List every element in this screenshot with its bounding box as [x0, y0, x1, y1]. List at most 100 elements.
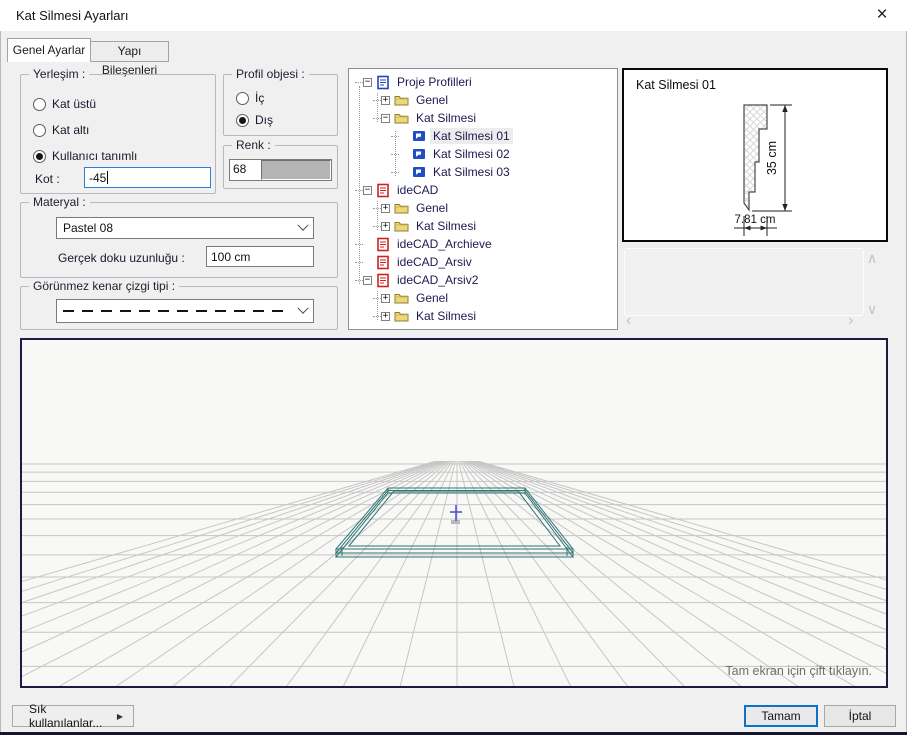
radio-yerlesim-2[interactable]: Kat altı	[33, 123, 89, 137]
materyal-dropdown[interactable]: Pastel 08	[56, 217, 314, 239]
tree-item-label: Genel	[413, 200, 451, 216]
menu-arrow-icon: ▶	[117, 712, 123, 721]
ok-label: Tamam	[761, 709, 800, 723]
tree-item-label: Kat Silmesi	[413, 308, 479, 324]
scroll-left-icon[interactable]: ‹	[626, 315, 631, 327]
radio-icon[interactable]	[33, 150, 46, 163]
close-icon[interactable]: ×	[869, 3, 895, 27]
doku-input[interactable]: 100 cm	[206, 246, 314, 267]
document-icon	[376, 183, 390, 197]
radio-icon[interactable]	[236, 114, 249, 127]
tree-guide-line	[377, 93, 378, 122]
radio-icon[interactable]	[33, 98, 46, 111]
tree-item-idecad-archieve[interactable]: ideCAD_Archieve	[349, 235, 617, 253]
dim-arrow-up	[782, 105, 787, 112]
tree-item-kat-silmesi[interactable]: +Kat Silmesi	[349, 217, 617, 235]
kot-input[interactable]: -45	[84, 167, 211, 188]
titlebar: Kat Silmesi Ayarları ×	[0, 0, 907, 31]
radio-icon[interactable]	[236, 92, 249, 105]
color-number: 68	[230, 160, 261, 180]
tree-item-kat-silmesi[interactable]: + Kat Silmesi	[349, 307, 617, 325]
tree-item-label: Proje Profilleri	[394, 74, 475, 90]
tree-item-kat-silmesi-03[interactable]: Kat Silmesi 03	[349, 163, 617, 181]
profile-shape	[744, 105, 767, 210]
group-materyal-label: Materyal :	[29, 195, 90, 209]
expand-icon[interactable]: +	[381, 204, 390, 213]
tab-yapi-bilesenleri[interactable]: Yapı Bileşenleri	[90, 41, 169, 62]
radio-profil-2[interactable]: Dış	[236, 113, 273, 127]
tree-item-label: ideCAD	[394, 182, 441, 198]
expand-icon[interactable]: +	[381, 312, 390, 321]
tab-genel-ayarlar[interactable]: Genel Ayarlar	[7, 38, 91, 62]
tree-item-genel[interactable]: +Genel	[349, 289, 617, 307]
preview-title: Kat Silmesi 01	[636, 78, 716, 92]
expand-icon[interactable]: +	[381, 294, 390, 303]
dialog-kat-silmesi-ayarlari: Kat Silmesi Ayarları × Genel Ayarlar Yap…	[0, 0, 907, 735]
folder-icon	[394, 219, 409, 233]
cancel-button[interactable]: İptal	[824, 705, 896, 727]
radio-label: İç	[255, 91, 264, 105]
radio-yerlesim-3[interactable]: Kullanıcı tanımlı	[33, 149, 137, 163]
favorites-button[interactable]: Sık kullanılanlar... ▶	[12, 705, 134, 727]
tree-item-kat-silmesi-02[interactable]: Kat Silmesi 02	[349, 145, 617, 163]
profile-tree: −Proje Profilleri+Genel−Kat SilmesiKat S…	[348, 68, 618, 330]
tree-item-idecad-arsiv[interactable]: ideCAD_Arsiv	[349, 253, 617, 271]
tree-item-kat-silmesi[interactable]: − Kat Silmesi	[349, 109, 617, 127]
expand-icon[interactable]: +	[381, 222, 390, 231]
profile-icon	[412, 129, 426, 143]
cizgi-tipi-dropdown[interactable]	[56, 299, 314, 323]
tree-item-label: Kat Silmesi 03	[430, 164, 513, 180]
chevron-down-icon	[297, 303, 308, 314]
tree-guide-line	[377, 201, 378, 230]
tabstrip: Genel Ayarlar Yapı Bileşenleri	[0, 38, 907, 62]
collapse-icon[interactable]: −	[363, 276, 372, 285]
viewport-canvas	[22, 340, 886, 686]
tree-item-label: ideCAD_Arsiv2	[394, 272, 481, 288]
radio-icon[interactable]	[33, 124, 46, 137]
radio-profil-1[interactable]: İç	[236, 91, 264, 105]
dim-vertical-label: 35 cm	[765, 141, 779, 175]
viewport-3d[interactable]: Tam ekran için çift tıklayın.	[20, 338, 888, 688]
tree-item-proje-profilleri[interactable]: − Proje Profilleri	[349, 73, 617, 91]
text-caret	[107, 171, 108, 184]
ok-button[interactable]: Tamam	[744, 705, 818, 727]
dim-arrow-down	[782, 204, 787, 211]
materyal-value: Pastel 08	[63, 221, 113, 235]
document-icon	[376, 75, 390, 89]
group-gorunmez-kenar: Görünmez kenar çizgi tipi :	[20, 286, 338, 330]
collapse-icon[interactable]: −	[363, 186, 372, 195]
scroll-right-icon[interactable]: ›	[848, 315, 853, 327]
group-materyal: Materyal : Pastel 08 Gerçek doku uzunluğ…	[20, 202, 338, 278]
scroll-up-icon[interactable]: ∧	[867, 252, 877, 264]
tree-connector	[355, 81, 363, 83]
tree-item-idecad-arsiv2[interactable]: − ideCAD_Arsiv2	[349, 271, 617, 289]
collapse-icon[interactable]: −	[363, 78, 372, 87]
radio-yerlesim-1[interactable]: Kat üstü	[33, 97, 96, 111]
tree-item-label: Kat Silmesi 02	[430, 146, 513, 162]
tree-item-label: Kat Silmesi	[413, 110, 479, 126]
folder-icon	[394, 291, 409, 305]
expand-icon[interactable]: +	[381, 96, 390, 105]
profile-icon	[412, 165, 426, 179]
color-swatch[interactable]	[261, 160, 331, 180]
scroll-down-icon[interactable]: ∨	[867, 303, 877, 315]
tree-item-kat-silmesi-01[interactable]: Kat Silmesi 01	[349, 127, 617, 145]
tree-item-idecad[interactable]: − ideCAD	[349, 181, 617, 199]
radio-label: Kullanıcı tanımlı	[52, 149, 137, 163]
collapse-icon[interactable]: −	[381, 114, 390, 123]
tree-guide-line	[395, 131, 396, 176]
chevron-down-icon	[297, 220, 308, 231]
color-control[interactable]: 68	[229, 159, 332, 181]
kot-label: Kot :	[35, 172, 60, 186]
document-icon	[376, 255, 390, 269]
folder-icon	[394, 201, 409, 215]
tree-item-genel[interactable]: + Genel	[349, 199, 617, 217]
profile-icon	[412, 147, 426, 161]
group-yerlesim: Yerleşim : Kat üstüKat altıKullanıcı tan…	[20, 74, 216, 194]
dim-horizontal-label: 7.81 cm	[735, 214, 776, 226]
group-renk: Renk : 68	[223, 145, 338, 189]
tree-item-genel[interactable]: +Genel	[349, 91, 617, 109]
tree-guide-line	[377, 291, 378, 320]
profile-drawing: 35 cm 7.81 cm	[624, 70, 886, 240]
group-gorunmez-label: Görünmez kenar çizgi tipi :	[29, 279, 179, 293]
